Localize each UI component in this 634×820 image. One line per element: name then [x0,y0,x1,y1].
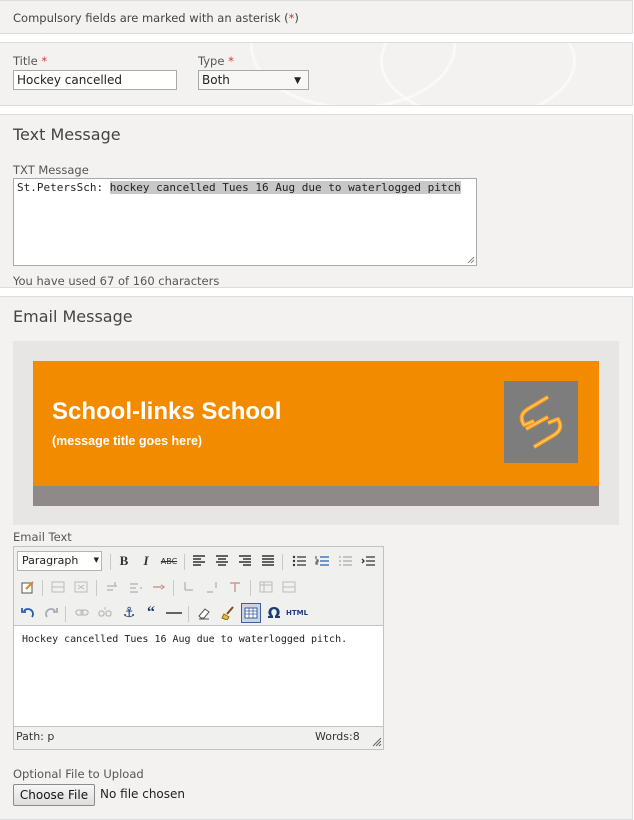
insert-col-before-icon[interactable] [102,577,122,597]
bullet-list-icon[interactable] [289,551,309,571]
delete-col-icon[interactable] [148,577,168,597]
delete-row-icon[interactable] [225,577,245,597]
italic-icon[interactable]: I [136,551,156,571]
type-required-asterisk: * [228,54,234,68]
email-banner-footer [33,486,599,506]
toolbar-separator [42,580,43,596]
cell-props-icon[interactable] [279,577,299,597]
edit-css-icon[interactable] [18,577,38,597]
txt-message-textarea[interactable]: St.PetersSch: hockey cancelled Tues 16 A… [13,178,477,266]
email-banner: School-links School (message title goes … [33,361,599,486]
toolbar-separator [110,554,111,570]
toolbar-separator [188,606,189,622]
type-select-value: Both [202,73,230,87]
file-status: No file chosen [100,787,186,801]
character-counter: You have used 67 of 160 characters [13,274,220,288]
text-message-heading: Text Message [13,125,121,144]
link-icon[interactable] [72,603,92,623]
merge-cells-icon[interactable] [202,577,222,597]
toolbar-separator [173,580,174,596]
anchor-icon[interactable]: ⚓ [119,603,139,623]
horizontal-rule-icon[interactable] [164,603,184,623]
toolbar-separator [282,554,283,570]
resize-handle-icon[interactable] [467,256,475,264]
email-message-panel: Email Message School-links School (messa… [0,296,633,820]
text-message-panel: Text Message TXT Message St.PetersSch: h… [0,114,633,288]
compulsory-notice-panel: Compulsory fields are marked with an ast… [0,0,633,34]
outdent-icon[interactable] [335,551,355,571]
choose-file-button[interactable]: Choose File [13,784,95,806]
editor-resize-handle-icon[interactable] [372,737,382,747]
title-required-asterisk: * [41,54,48,68]
align-justify-icon[interactable] [258,551,278,571]
redo-icon[interactable] [41,603,61,623]
strikethrough-icon[interactable]: ABC [159,551,179,571]
table-props-icon[interactable] [256,577,276,597]
table-icon[interactable] [241,603,261,623]
editor-content-area[interactable]: Hockey cancelled Tues 16 Aug due to wate… [14,625,383,727]
title-input[interactable]: Hockey cancelled [13,70,177,90]
type-select[interactable]: Both ▼ [198,70,309,90]
format-select[interactable]: Paragraph ▼ [17,551,102,571]
toolbar-separator [96,580,97,596]
insert-col-after-icon[interactable] [125,577,145,597]
title-type-panel: Title * Hockey cancelled Type * Both ▼ [0,42,633,106]
indent-icon[interactable] [358,551,378,571]
banner-title: School-links School [52,398,282,425]
title-label: Title * [13,54,48,68]
school-logo [504,381,578,463]
rich-text-editor: Paragraph ▼ B I ABC ⚓ “ Ω HTML Hockey ca… [13,546,384,750]
email-text-label: Email Text [13,530,72,544]
eraser-icon[interactable] [194,603,214,623]
omega-icon[interactable]: Ω [264,603,284,623]
notice-text: Compulsory fields are marked with an ast… [13,11,289,25]
editor-path: Path: p [16,730,55,743]
align-right-icon[interactable] [235,551,255,571]
chevron-down-icon: ▼ [93,556,99,564]
html-icon[interactable]: HTML [286,603,308,623]
editor-content-paragraph: Hockey cancelled Tues 16 Aug due to wate… [22,634,348,645]
numbered-list-icon[interactable] [312,551,332,571]
toolbar-separator [184,554,185,570]
toolbar-separator [65,606,66,622]
toolbar-separator [250,580,251,596]
txt-message-label: TXT Message [13,163,89,177]
background-swirl-2 [380,43,576,105]
upload-label: Optional File to Upload [13,767,144,781]
email-message-heading: Email Message [13,307,133,326]
chevron-down-icon: ▼ [294,76,301,86]
school-links-logo-icon [519,395,563,449]
txt-prefix: St.PetersSch: [17,181,110,194]
split-cells-icon[interactable] [179,577,199,597]
editor-word-count: Words:8 [315,730,360,743]
notice-close: ) [294,11,299,25]
type-label: Type * [198,54,234,68]
align-left-icon[interactable] [189,551,209,571]
format-select-value: Paragraph [22,554,79,567]
unlink-icon[interactable] [95,603,115,623]
banner-subtitle: (message title goes here) [52,434,203,448]
compulsory-notice: Compulsory fields are marked with an ast… [13,11,299,25]
align-center-icon[interactable] [212,551,232,571]
blockquote-icon[interactable]: “ [141,603,161,623]
insert-row-after-icon[interactable] [71,577,91,597]
email-banner-preview: School-links School (message title goes … [13,341,619,525]
txt-body-selected: hockey cancelled Tues 16 Aug due to wate… [109,181,461,194]
undo-icon[interactable] [18,603,38,623]
bold-icon[interactable]: B [114,551,134,571]
cleanup-icon[interactable] [218,603,238,623]
insert-row-before-icon[interactable] [48,577,68,597]
